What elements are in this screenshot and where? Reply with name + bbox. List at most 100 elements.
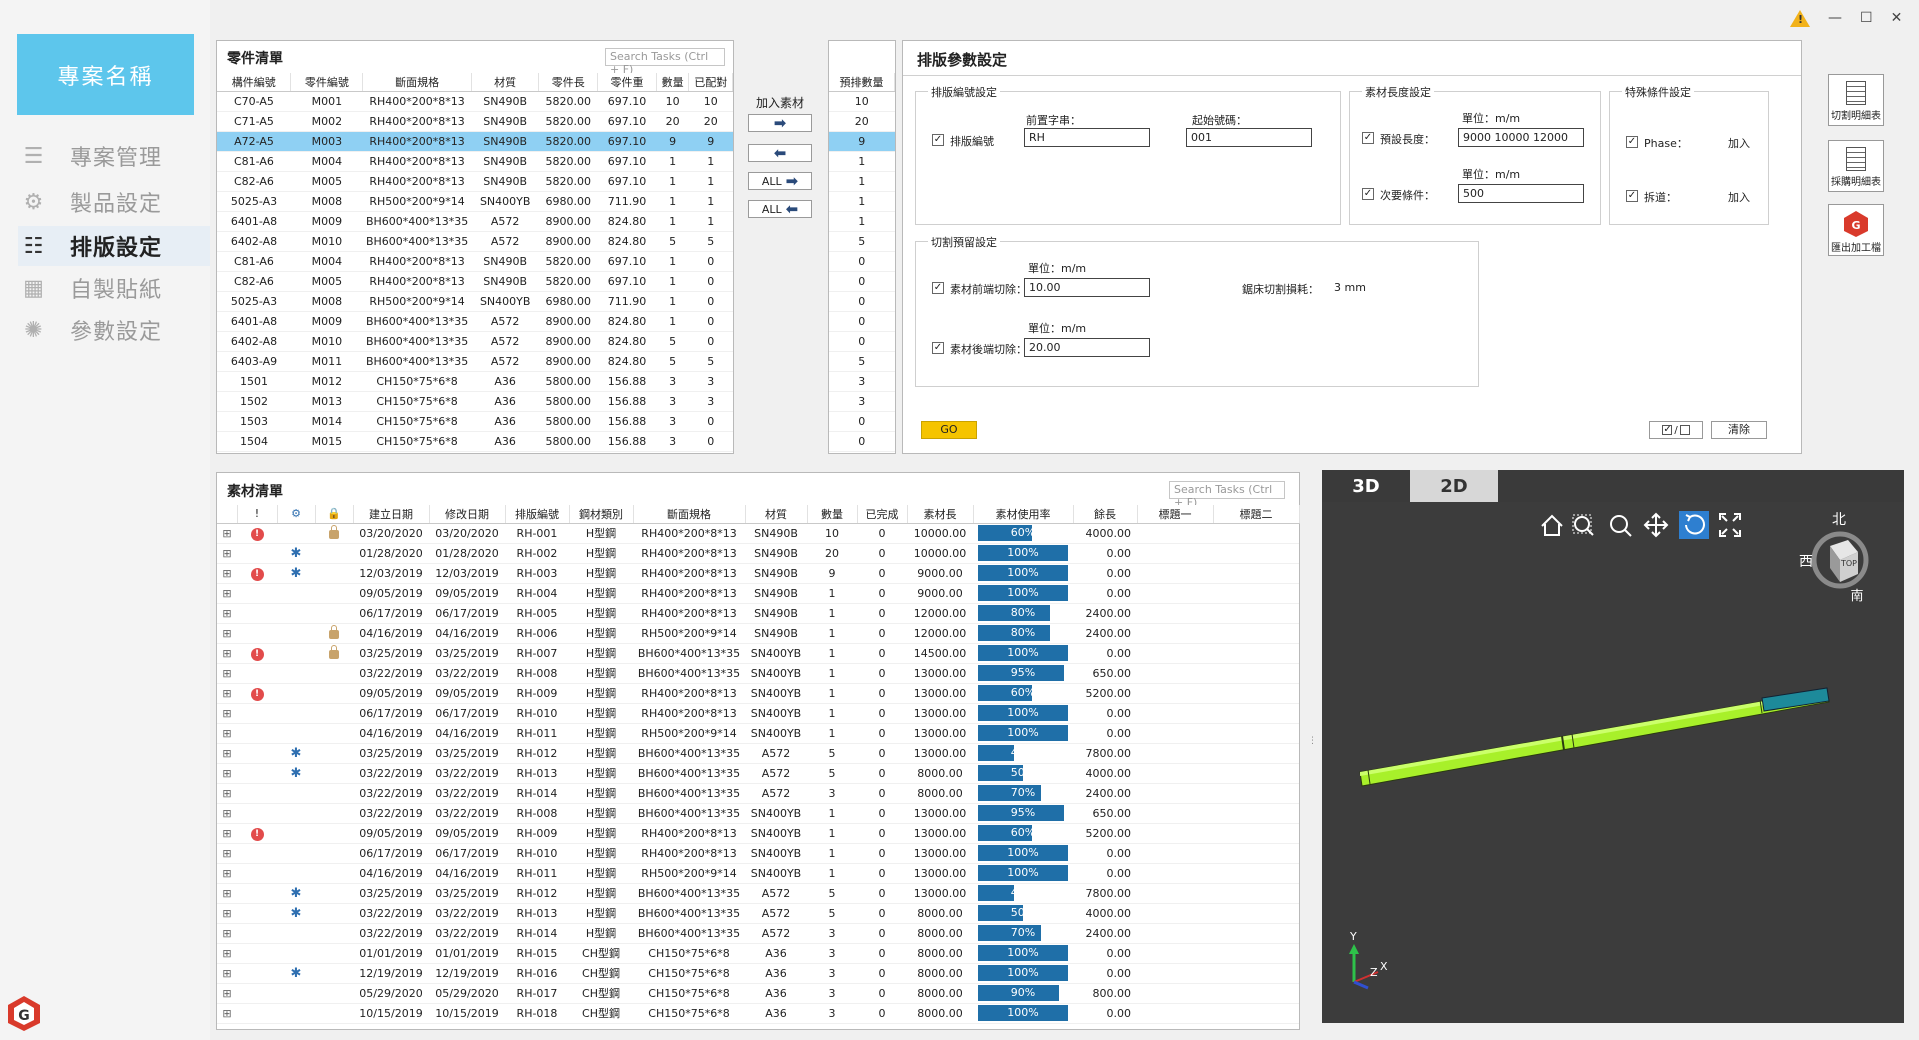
table-row[interactable]: ⊞ 03/22/2019 03/22/2019 RH-008 H型鋼 BH600*400*… (217, 803, 1299, 824)
project-name[interactable]: 專案名稱 (17, 34, 194, 115)
expand-icon[interactable]: ⊞ (217, 1003, 237, 1024)
export-process-button[interactable]: G 匯出加工檔 (1828, 204, 1884, 256)
minimize-icon[interactable]: — (1828, 10, 1842, 26)
materials-column-header[interactable]: 標題一 (1137, 505, 1214, 524)
purchase-detail-button[interactable]: 採購明細表 (1828, 140, 1884, 192)
table-row[interactable]: ⊞ 01/01/2019 01/01/2019 RH-015 CH型鋼 CH150*75*… (217, 943, 1299, 964)
expand-icon[interactable]: ⊞ (217, 983, 237, 1004)
preset-length-input[interactable]: 9000 10000 12000 (1458, 128, 1584, 147)
parts-column-header[interactable]: 數量 (656, 73, 690, 92)
sidebar-item-0[interactable]: ☰ 專案管理 (18, 136, 210, 176)
table-row[interactable]: ⊞ 05/29/2020 05/29/2020 RH-017 CH型鋼 CH150*75*… (217, 983, 1299, 1004)
expand-icon[interactable]: ⊞ (217, 903, 237, 924)
sidebar-item-3[interactable]: ▦ 自製貼紙 (18, 268, 210, 308)
pre-arrange-cell[interactable]: 1 (829, 211, 895, 232)
view-cube[interactable]: TOP 北 西 南 (1799, 512, 1869, 604)
materials-column-header[interactable]: 鋼材類別 (569, 505, 634, 524)
expand-icon[interactable]: ⊞ (217, 803, 237, 824)
table-row[interactable]: ⊞ 03/22/2019 03/22/2019 RH-014 H型鋼 BH600*400*… (217, 923, 1299, 944)
pre-arrange-cell[interactable]: 9 (829, 131, 895, 152)
start-number-input[interactable]: 001 (1186, 128, 1312, 147)
table-row[interactable]: ⊞! 09/05/2019 09/05/2019 RH-009 H型鋼 RH400*200… (217, 683, 1299, 704)
materials-column-header[interactable]: 素材長 (907, 505, 974, 524)
table-row[interactable]: 1502 M013 CH150*75*6*8 A36 5800.00 156.88 3 3 (217, 391, 733, 412)
materials-column-header[interactable]: 數量 (807, 505, 858, 524)
pre-arrange-cell[interactable]: 0 (829, 251, 895, 272)
parts-column-header[interactable]: 構件編號 (217, 73, 292, 92)
table-row[interactable]: ⊞ 03/22/2019 03/22/2019 RH-008 H型鋼 BH600*400*… (217, 663, 1299, 684)
expand-icon[interactable]: ⊞ (217, 643, 237, 664)
pre-arrange-cell[interactable]: 5 (829, 351, 895, 372)
parts-column-header[interactable]: 斷面規格 (362, 73, 472, 92)
table-row[interactable]: 6401-A8 M009 BH600*400*13*35 A572 8900.00 824… (217, 311, 733, 332)
table-row[interactable]: 6401-A8 M009 BH600*400*13*35 A572 8900.00 824… (217, 211, 733, 232)
pre-arrange-cell[interactable]: 20 (829, 111, 895, 132)
expand-icon[interactable]: ⊞ (217, 923, 237, 944)
back-cut-checkbox[interactable]: ✓ (932, 342, 944, 354)
tab-3d[interactable]: 3D (1322, 470, 1410, 502)
materials-column-header[interactable]: 已完成 (857, 505, 908, 524)
table-row[interactable]: C82-A6 M005 RH400*200*8*13 SN490B 5820.00 697… (217, 271, 733, 292)
fullscreen-icon[interactable] (1719, 513, 1741, 537)
materials-column-header[interactable]: 修改日期 (429, 505, 506, 524)
pre-arrange-cell[interactable]: 0 (829, 411, 895, 432)
expand-icon[interactable]: ⊞ (217, 603, 237, 624)
pre-arrange-cell[interactable]: 0 (829, 431, 895, 452)
table-row[interactable]: ⊞ 09/05/2019 09/05/2019 RH-004 H型鋼 RH400*200*… (217, 583, 1299, 604)
pre-arrange-cell[interactable]: 3 (829, 371, 895, 392)
zoom-window-icon[interactable] (1572, 514, 1594, 536)
expand-icon[interactable]: ⊞ (217, 783, 237, 804)
expand-icon[interactable]: ⊞ (217, 743, 237, 764)
pre-arrange-cell[interactable]: 3 (829, 391, 895, 412)
warning-icon[interactable]: ! (1790, 9, 1810, 27)
expand-icon[interactable]: ⊞ (217, 703, 237, 724)
table-row[interactable]: C81-A6 M004 RH400*200*8*13 SN490B 5820.00 697… (217, 251, 733, 272)
move-all-left-button[interactable]: ALL ⬅ (748, 200, 812, 218)
table-row[interactable]: 5025-A3 M008 RH500*200*9*14 SN400YB 6980.00 7… (217, 291, 733, 312)
table-row[interactable]: 6402-A8 M010 BH600*400*13*35 A572 8900.00 824… (217, 331, 733, 352)
table-row[interactable]: C82-A6 M005 RH400*200*8*13 SN490B 5820.00 697… (217, 171, 733, 192)
table-row[interactable]: 6403-A9 M011 BH600*400*13*35 A572 8900.00 824… (217, 351, 733, 372)
go-button[interactable]: GO (921, 421, 977, 439)
table-row[interactable]: ⊞! 09/05/2019 09/05/2019 RH-009 H型鋼 RH400*200… (217, 823, 1299, 844)
move-left-button[interactable]: ⬅ (748, 144, 812, 162)
pre-arrange-cell[interactable]: 1 (829, 171, 895, 192)
clear-button[interactable]: 清除 (1711, 421, 1767, 439)
parts-column-header[interactable]: 已配對 (688, 73, 733, 92)
table-row[interactable]: ⊞ ✱ 03/25/2019 03/25/2019 RH-012 H型鋼 BH600*400… (217, 883, 1299, 904)
table-row[interactable]: ⊞ 03/22/2019 03/22/2019 RH-014 H型鋼 BH600*400*… (217, 783, 1299, 804)
table-row[interactable]: 1504 M015 CH150*75*6*8 A36 5800.00 156.88 3 0 (217, 431, 733, 452)
expand-icon[interactable]: ⊞ (217, 883, 237, 904)
materials-column-header[interactable]: ! (237, 505, 278, 524)
tab-2d[interactable]: 2D (1410, 470, 1498, 502)
table-row[interactable]: 5025-A3 M008 RH500*200*9*14 SN400YB 6980.00 7… (217, 191, 733, 212)
check-toggle-button[interactable]: ✓ / (1649, 421, 1703, 439)
expand-icon[interactable]: ⊞ (217, 843, 237, 864)
viewer-canvas[interactable]: TOP 北 西 南 Y Z X (1322, 502, 1904, 1023)
expand-icon[interactable]: ⊞ (217, 563, 237, 584)
table-row[interactable]: ⊞ ✱ 03/22/2019 03/22/2019 RH-013 H型鋼 BH600*400… (217, 763, 1299, 784)
table-row[interactable]: ⊞! 03/20/2020 03/20/2020 RH-001 H型鋼 RH400*200… (217, 523, 1299, 544)
expand-icon[interactable]: ⊞ (217, 823, 237, 844)
pre-arrange-cell[interactable]: 0 (829, 271, 895, 292)
splice-checkbox[interactable]: ✓ (1626, 190, 1638, 202)
expand-icon[interactable]: ⊞ (217, 863, 237, 884)
maximize-icon[interactable]: ☐ (1860, 10, 1873, 26)
pre-arrange-cell[interactable]: 1 (829, 191, 895, 212)
front-cut-input[interactable]: 10.00 (1024, 278, 1150, 297)
table-row[interactable]: ⊞ 06/17/2019 06/17/2019 RH-010 H型鋼 RH400*200*… (217, 843, 1299, 864)
expand-icon[interactable]: ⊞ (217, 763, 237, 784)
materials-column-header[interactable]: 排版編號 (505, 505, 570, 524)
table-row[interactable]: ⊞ ✱ 03/25/2019 03/25/2019 RH-012 H型鋼 BH600*400… (217, 743, 1299, 764)
parts-column-header[interactable]: 材質 (471, 73, 540, 92)
front-cut-checkbox[interactable]: ✓ (932, 282, 944, 294)
parts-search-input[interactable]: Search Tasks (Ctrl + F) (605, 48, 725, 76)
materials-column-header[interactable]: 🔒 (315, 505, 354, 524)
pan-icon[interactable] (1643, 512, 1669, 538)
materials-column-header[interactable]: 素材使用率 (973, 505, 1074, 524)
pre-arrange-cell[interactable]: 10 (829, 91, 895, 112)
sidebar-item-1[interactable]: ⚙ 製品設定 (18, 182, 210, 222)
preset-length-checkbox[interactable]: ✓ (1362, 132, 1374, 144)
table-row[interactable]: ⊞! 03/25/2019 03/25/2019 RH-007 H型鋼 BH600*400… (217, 643, 1299, 664)
parts-column-header[interactable]: 零件長 (538, 73, 599, 92)
